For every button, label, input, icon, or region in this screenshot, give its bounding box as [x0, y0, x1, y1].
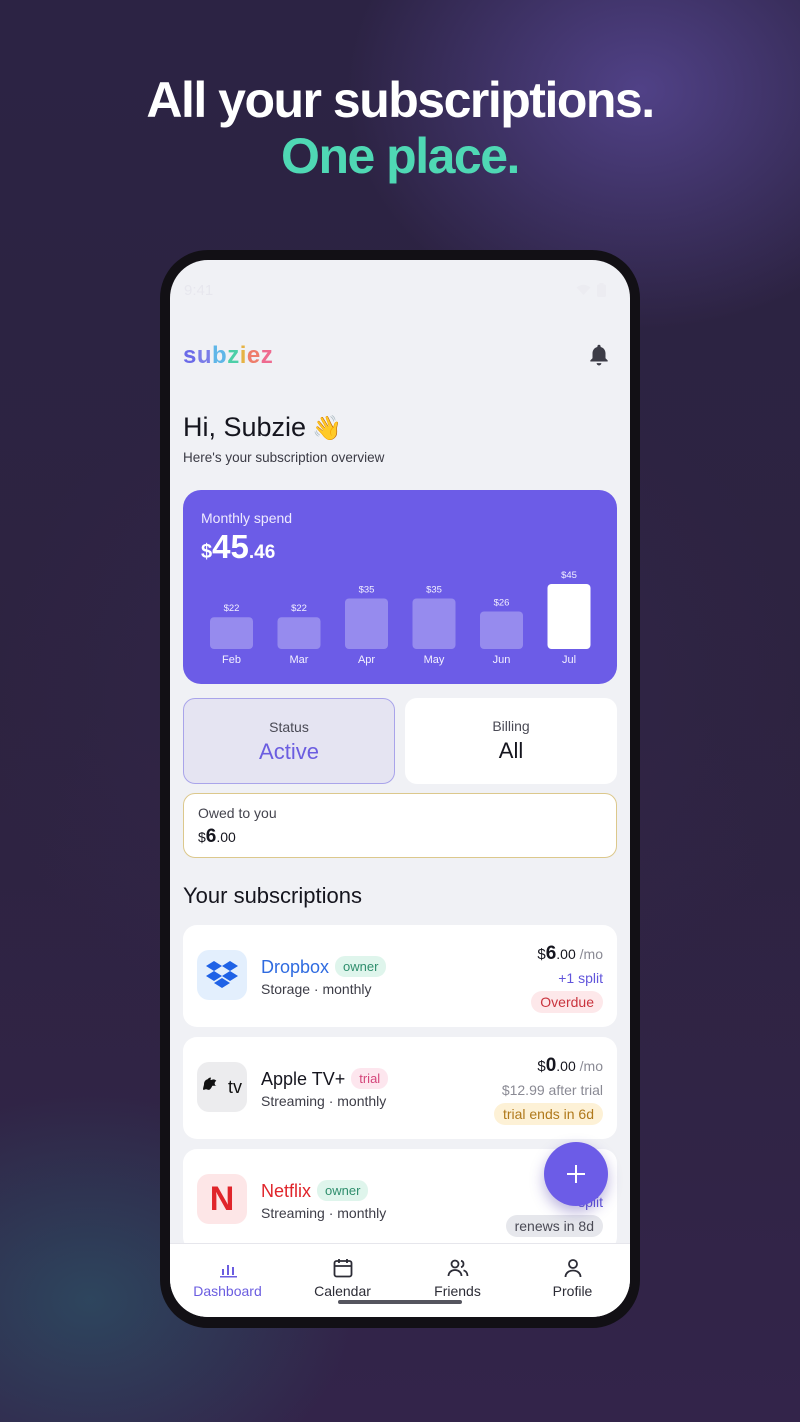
headline-line-2: One place.: [281, 128, 520, 184]
apple-tv-icon: tv: [197, 1062, 247, 1112]
status-time: 9:41: [184, 282, 214, 299]
chart-category-label: Jun: [493, 654, 511, 666]
chart-category-label: Mar: [290, 654, 309, 666]
split-info: +1 split: [558, 970, 603, 986]
status-badge: Overdue: [531, 991, 603, 1013]
nav-label: Profile: [552, 1283, 593, 1299]
nav-friends[interactable]: Friends: [400, 1256, 515, 1299]
bell-icon[interactable]: [586, 342, 612, 368]
subscription-name: Netflix owner: [261, 1180, 369, 1202]
role-badge: owner: [317, 1180, 369, 1201]
headline: All your subscriptions. One place.: [0, 72, 800, 184]
status-filter-label: Status: [269, 719, 309, 735]
subscription-price: $0.00 /mo: [537, 1055, 603, 1076]
owed-to-you-card[interactable]: Owed to you $6.00: [183, 793, 617, 858]
chart-category-label: Apr: [358, 654, 375, 666]
role-badge: trial: [351, 1068, 389, 1089]
chart-category-label: May: [424, 654, 445, 666]
plus-icon: [567, 1165, 585, 1183]
wifi-icon: [576, 284, 591, 295]
chart-value-label: $35: [426, 584, 442, 595]
chart-bar-jun: [480, 611, 523, 649]
bottom-navigation: Dashboard Calendar Friends Profile: [170, 1243, 630, 1317]
subscription-meta: Streaming · monthly: [261, 1093, 387, 1109]
greeting-title: Hi, Subzie 👋: [183, 412, 342, 442]
nav-label: Dashboard: [193, 1283, 262, 1299]
billing-filter-value: All: [498, 738, 524, 763]
chart-bar-mar: [277, 617, 321, 649]
app-top-bar: subziez: [183, 340, 612, 372]
headline-line-1: All your subscriptions.: [146, 72, 655, 128]
chart-value-label: $22: [291, 603, 307, 614]
apple-tv-icon-text: tv: [227, 1076, 242, 1097]
app-logo: subziez: [183, 342, 274, 369]
netflix-icon-letter: N: [209, 1179, 235, 1218]
chart-category-label: Feb: [222, 654, 241, 666]
dropbox-icon: [197, 950, 247, 1000]
greeting-subtitle: Here's your subscription overview: [183, 450, 385, 465]
subscription-meta: Storage · monthly: [261, 981, 372, 997]
subscriptions-section-title: Your subscriptions: [183, 883, 362, 908]
chart-bar-jul: [547, 584, 591, 649]
after-trial-price: $12.99 after trial: [501, 1082, 603, 1098]
monthly-spend-card: Monthly spend $45.46 $22 Feb $22 Mar $35 Apr $…: [183, 490, 617, 684]
app-screen: 9:41 subziez Hi, Subzie 👋 Here's your sub…: [170, 260, 630, 1317]
chart-value-label: $22: [224, 603, 240, 614]
billing-filter[interactable]: Billing All: [405, 698, 617, 784]
role-badge: owner: [335, 956, 387, 977]
chart-bar-may: [412, 598, 456, 649]
chart-value-label: $45: [561, 570, 577, 581]
owed-label: Owed to you: [198, 805, 277, 821]
subscription-meta: Streaming · monthly: [261, 1205, 387, 1221]
nav-label: Calendar: [314, 1283, 371, 1299]
calendar-icon: [333, 1259, 352, 1278]
chart-bar-feb: [210, 617, 253, 649]
subscription-card-apple-tv[interactable]: tv Apple TV+ trial Streaming · monthly $0…: [183, 1037, 617, 1139]
nav-dashboard[interactable]: Dashboard: [170, 1256, 285, 1299]
chart-value-label: $26: [494, 597, 510, 608]
chart-category-label: Jul: [562, 654, 576, 666]
profile-icon: [564, 1259, 581, 1278]
nav-profile[interactable]: Profile: [515, 1256, 630, 1299]
bar-chart-icon: [219, 1265, 237, 1278]
add-subscription-button[interactable]: [544, 1142, 608, 1206]
battery-icon: [597, 283, 606, 297]
status-badge: trial ends in 6d: [493, 1103, 603, 1125]
netflix-icon: N: [197, 1174, 247, 1224]
owed-amount: $6.00: [198, 826, 236, 847]
status-filter-value: Active: [259, 739, 319, 764]
chart-bar-apr: [345, 598, 388, 649]
nav-calendar[interactable]: Calendar: [285, 1256, 400, 1299]
monthly-spend-chart: $22 Feb $22 Mar $35 Apr $35 May $26 Jun $45 Jul: [210, 570, 591, 666]
status-bar: 9:41: [170, 260, 630, 320]
subscription-name: Dropbox owner: [261, 956, 387, 978]
status-filter[interactable]: Status Active: [183, 698, 395, 784]
billing-filter-label: Billing: [492, 718, 530, 734]
subscription-name: Apple TV+ trial: [261, 1068, 389, 1090]
status-badge: renews in 8d: [505, 1215, 603, 1237]
subscription-price: $6.00 /mo: [537, 943, 603, 964]
subscription-card-dropbox[interactable]: Dropbox owner Storage · monthly $6.00 /mo…: [183, 925, 617, 1027]
status-icons: [576, 283, 606, 297]
home-indicator[interactable]: [338, 1300, 462, 1304]
wave-emoji: 👋: [312, 415, 342, 442]
nav-label: Friends: [434, 1283, 481, 1299]
friends-icon: [447, 1259, 468, 1277]
chart-value-label: $35: [359, 584, 375, 595]
